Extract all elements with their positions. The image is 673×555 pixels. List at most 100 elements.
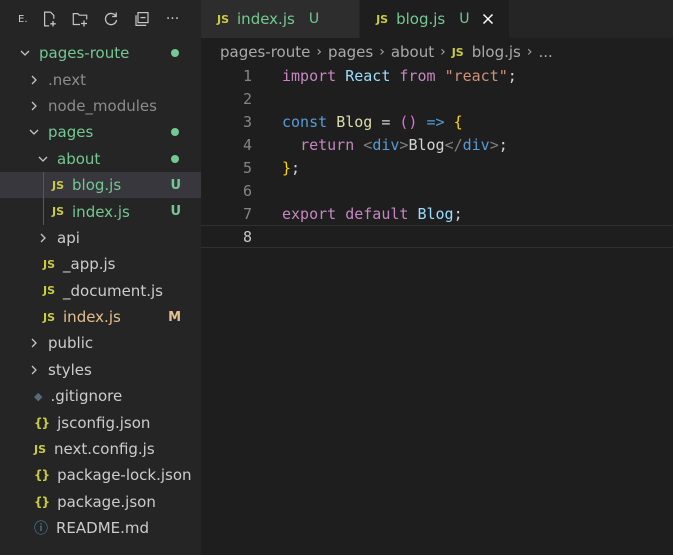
file-tree: pages-route .next node_modules pages about JS… xyxy=(0,40,201,541)
code-token: export xyxy=(282,204,337,223)
js-file-icon: JS xyxy=(43,310,56,324)
breadcrumb: pages-route › pages › about › JS blog.js… xyxy=(201,38,673,66)
js-file-icon: JS xyxy=(451,45,464,59)
code-text: export default Blog; xyxy=(282,205,463,223)
tree-item-label: pages xyxy=(48,123,94,142)
tab-index-js[interactable]: JS index.js U xyxy=(201,0,361,38)
editor-area: JS index.js U JS blog.js U pages-route ›… xyxy=(201,0,673,555)
tree-item-label: package-lock.json xyxy=(57,466,192,485)
code-text: }; xyxy=(282,159,300,177)
info-file-icon: ⓘ xyxy=(34,521,48,538)
code-line[interactable]: 1 import React from "react"; xyxy=(201,64,673,87)
chevron-right-icon xyxy=(28,74,40,86)
tab-bar: JS index.js U JS blog.js U xyxy=(201,0,673,38)
chevron-right-icon xyxy=(28,337,40,349)
code-token: => xyxy=(426,112,445,131)
new-folder-icon[interactable] xyxy=(71,11,88,28)
tree-item[interactable]: JS _document.js xyxy=(0,278,201,304)
js-file-icon: JS xyxy=(52,205,65,219)
tree-item[interactable]: pages-route xyxy=(0,40,201,66)
code-line[interactable]: 8 xyxy=(201,225,673,248)
refresh-icon[interactable] xyxy=(102,11,119,28)
more-icon[interactable]: ··· xyxy=(164,11,181,28)
breadcrumb-item[interactable]: about xyxy=(391,43,434,61)
json-file-icon: {} xyxy=(34,415,50,430)
close-icon[interactable] xyxy=(481,12,495,26)
tree-item[interactable]: ◆ .gitignore xyxy=(0,383,201,409)
tree-item-label: api xyxy=(57,228,80,247)
code-token: Blog xyxy=(417,204,454,223)
code-text: return <div>Blog</div>; xyxy=(282,136,508,154)
code-line[interactable]: 7 export default Blog; xyxy=(201,202,673,225)
tree-item[interactable]: about xyxy=(0,146,201,172)
breadcrumb-item[interactable]: pages xyxy=(328,43,373,61)
code-text: import React from "react"; xyxy=(282,67,517,85)
tree-item-label: README.md xyxy=(56,519,150,538)
line-number: 1 xyxy=(242,66,252,85)
tree-item[interactable]: pages xyxy=(0,119,201,145)
tree-item[interactable]: ⓘ README.md xyxy=(0,515,201,541)
code-token: Blog xyxy=(408,135,445,154)
breadcrumb-item[interactable]: ... xyxy=(538,43,552,61)
js-file-icon: JS xyxy=(376,12,389,26)
explorer-title: E. xyxy=(18,13,28,25)
code-line[interactable]: 4 return <div>Blog</div>; xyxy=(201,133,673,156)
json-file-icon: {} xyxy=(34,494,50,509)
tab-blog-js[interactable]: JS blog.js U xyxy=(360,0,511,38)
chevron-right-icon: › xyxy=(440,44,446,60)
untracked-badge: U xyxy=(308,11,320,27)
tree-item[interactable]: public xyxy=(0,330,201,356)
tree-item[interactable]: api xyxy=(0,225,201,251)
tree-item[interactable]: {} jsconfig.json xyxy=(0,409,201,435)
code-token: > xyxy=(489,135,499,154)
tree-item-label: public xyxy=(48,334,94,353)
code-editor[interactable]: 1 import React from "react"; 2 3 const Blog … xyxy=(201,64,673,248)
js-file-icon: JS xyxy=(217,12,230,26)
modified-dot-icon xyxy=(171,49,179,58)
untracked-badge: U xyxy=(459,11,470,27)
tree-item-label: next.config.js xyxy=(54,440,155,459)
new-file-icon[interactable] xyxy=(40,11,57,28)
tree-item[interactable]: {} package.json xyxy=(0,489,201,515)
tree-item-label: _document.js xyxy=(63,281,163,300)
tree-item[interactable]: node_modules xyxy=(0,93,201,119)
chevron-right-icon xyxy=(37,232,49,244)
tree-item[interactable]: JS index.js U xyxy=(0,198,201,224)
collapse-all-icon[interactable] xyxy=(133,11,150,28)
git-file-icon: ◆ xyxy=(34,389,43,403)
code-token: from xyxy=(399,66,436,85)
line-number: 6 xyxy=(242,181,252,200)
tree-item[interactable]: JS index.js M xyxy=(0,304,201,330)
code-token: ; xyxy=(507,66,517,85)
chevron-down-icon xyxy=(19,47,31,59)
line-number: 7 xyxy=(242,204,252,223)
tree-item-label: .gitignore xyxy=(50,387,123,406)
tree-item[interactable]: JS next.config.js xyxy=(0,436,201,462)
chevron-right-icon: › xyxy=(379,44,385,60)
tree-item[interactable]: JS _app.js xyxy=(0,251,201,277)
code-token: ; xyxy=(291,158,301,177)
js-file-icon: JS xyxy=(43,257,56,271)
tree-item[interactable]: JS blog.js U xyxy=(0,171,201,199)
tree-item-label: pages-route xyxy=(39,44,130,63)
breadcrumb-item[interactable]: blog.js xyxy=(472,43,521,61)
chevron-right-icon xyxy=(28,364,40,376)
explorer-sidebar: E. ··· pages-route .next node_modulespages… xyxy=(0,0,201,555)
untracked-badge: U xyxy=(170,204,181,220)
code-token: const xyxy=(282,112,328,131)
chevron-down-icon xyxy=(37,153,49,165)
breadcrumb-item[interactable]: pages-route xyxy=(220,43,310,61)
code-line[interactable]: 6 xyxy=(201,179,673,202)
tab-label: index.js xyxy=(237,10,295,28)
code-line[interactable]: 3 const Blog = () => { xyxy=(201,110,673,133)
tree-item[interactable]: .next xyxy=(0,66,201,92)
tree-item[interactable]: {} package-lock.json xyxy=(0,462,201,488)
line-number: 5 xyxy=(242,158,252,177)
tree-item[interactable]: styles xyxy=(0,357,201,383)
code-token: import xyxy=(282,66,337,85)
code-line[interactable]: 5}; xyxy=(201,156,673,179)
code-line[interactable]: 2 xyxy=(201,87,673,110)
